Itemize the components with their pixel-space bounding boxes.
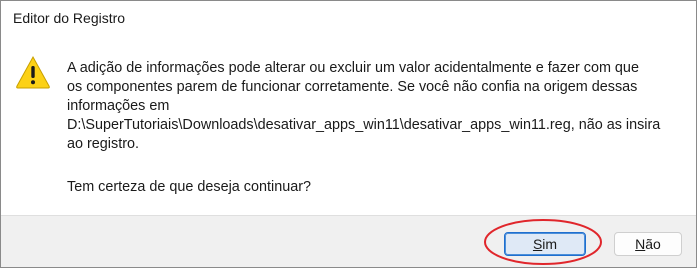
- no-button-mnemonic: N: [635, 236, 646, 252]
- warning-icon: [16, 55, 50, 89]
- warning-message: A adição de informações pode alterar ou …: [67, 60, 661, 152]
- dialog-content: A adição de informações pode alterar ou …: [1, 35, 696, 215]
- confirmation-question: Tem certeza de que deseja continuar?: [67, 179, 311, 195]
- yes-button[interactable]: Sim: [504, 232, 586, 256]
- button-bar: Sim Não: [1, 215, 696, 267]
- no-button-label: ão: [645, 236, 661, 252]
- yes-button-mnemonic: S: [532, 236, 543, 252]
- title-bar[interactable]: Editor do Registro: [1, 1, 696, 35]
- registry-editor-dialog: Editor do Registro A adição de informaçõ…: [0, 0, 697, 268]
- no-button[interactable]: Não: [614, 232, 682, 256]
- window-title: Editor do Registro: [13, 10, 126, 26]
- yes-button-label: im: [542, 236, 558, 252]
